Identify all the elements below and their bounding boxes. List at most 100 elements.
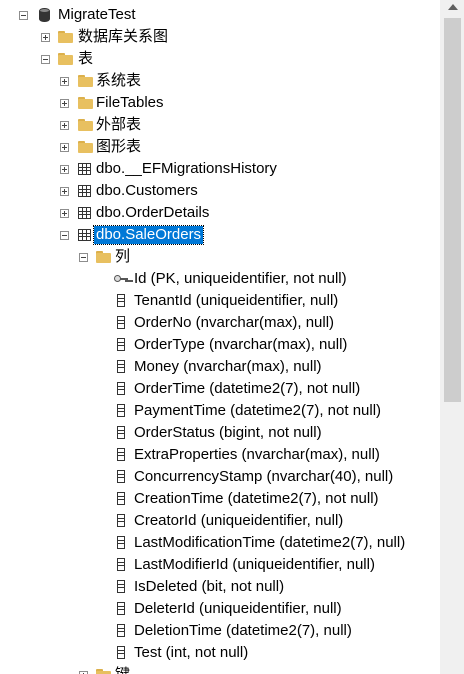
collapse-toggle[interactable]	[79, 253, 88, 262]
column-label: OrderTime (datetime2(7), not null)	[134, 380, 361, 397]
column-label: DeleterId (uniqueidentifier, null)	[134, 600, 342, 617]
column-icon	[117, 382, 125, 395]
column-icon	[117, 580, 125, 593]
table-icon	[78, 207, 91, 219]
column-icon	[117, 316, 125, 329]
column-label: LastModificationTime (datetime2(7), null…	[134, 534, 406, 551]
scroll-up-icon[interactable]	[448, 4, 458, 10]
tree-node-column[interactable]: DeleterId (uniqueidentifier, null)	[0, 598, 440, 620]
collapse-toggle[interactable]	[41, 55, 50, 64]
folder-icon	[58, 31, 73, 43]
folder-icon	[96, 251, 111, 263]
database-label: MigrateTest	[58, 6, 136, 23]
table-label: dbo.OrderDetails	[96, 204, 210, 221]
tree-node-column[interactable]: ExtraProperties (nvarchar(max), null)	[0, 444, 440, 466]
tree-node-table[interactable]: dbo.OrderDetails	[0, 202, 440, 224]
expand-toggle[interactable]	[60, 143, 69, 152]
column-label: LastModifierId (uniqueidentifier, null)	[134, 556, 375, 573]
folder-icon	[96, 669, 111, 674]
column-label: IsDeleted (bit, not null)	[134, 578, 285, 595]
column-label: Money (nvarchar(max), null)	[134, 358, 322, 375]
database-icon	[39, 8, 50, 22]
column-icon	[117, 470, 125, 483]
tree-node-keys-folder[interactable]: 键	[0, 664, 440, 674]
tree-node-column[interactable]: OrderTime (datetime2(7), not null)	[0, 378, 440, 400]
tree-node-tables[interactable]: 表	[0, 48, 440, 70]
node-label: 图形表	[96, 138, 142, 155]
tree-node-graph-tables[interactable]: 图形表	[0, 136, 440, 158]
column-icon	[117, 602, 125, 615]
collapse-toggle[interactable]	[19, 11, 28, 20]
key-icon	[114, 275, 128, 283]
table-icon	[78, 163, 91, 175]
node-label: 表	[78, 50, 94, 67]
tree-node-table[interactable]: dbo.__EFMigrationsHistory	[0, 158, 440, 180]
expand-toggle[interactable]	[60, 165, 69, 174]
table-label: dbo.SaleOrders	[92, 225, 205, 245]
expand-toggle[interactable]	[41, 33, 50, 42]
column-icon	[117, 624, 125, 637]
node-label: 键	[113, 666, 132, 674]
tree-node-column[interactable]: OrderStatus (bigint, not null)	[0, 422, 440, 444]
table-label: dbo.__EFMigrationsHistory	[96, 160, 277, 177]
tree-node-column[interactable]: LastModifierId (uniqueidentifier, null)	[0, 554, 440, 576]
tree-node-column[interactable]: ConcurrencyStamp (nvarchar(40), null)	[0, 466, 440, 488]
expand-toggle[interactable]	[60, 121, 69, 130]
column-icon	[117, 492, 125, 505]
folder-icon	[78, 141, 93, 153]
object-explorer-tree: MigrateTest 数据库关系图 表 系统表 FileTables 外部表 …	[0, 0, 440, 674]
column-icon	[117, 536, 125, 549]
node-label: 数据库关系图	[78, 28, 169, 45]
column-label: Test (int, not null)	[134, 644, 249, 661]
column-label: OrderStatus (bigint, not null)	[134, 424, 322, 441]
tree-node-table-selected[interactable]: dbo.SaleOrders	[0, 224, 440, 246]
tree-node-column[interactable]: Test (int, not null)	[0, 642, 440, 664]
column-label: OrderNo (nvarchar(max), null)	[134, 314, 335, 331]
expand-toggle[interactable]	[60, 209, 69, 218]
tree-node-table[interactable]: dbo.Customers	[0, 180, 440, 202]
column-label: ExtraProperties (nvarchar(max), null)	[134, 446, 380, 463]
tree-node-column[interactable]: OrderType (nvarchar(max), null)	[0, 334, 440, 356]
node-label: 外部表	[96, 116, 142, 133]
tree-node-filetables[interactable]: FileTables	[0, 92, 440, 114]
column-icon	[117, 338, 125, 351]
table-label: dbo.Customers	[96, 182, 198, 199]
tree-node-external-tables[interactable]: 外部表	[0, 114, 440, 136]
collapse-toggle[interactable]	[60, 231, 69, 240]
node-label: 列	[115, 248, 131, 265]
folder-icon	[78, 75, 93, 87]
folder-icon	[78, 97, 93, 109]
column-label: OrderType (nvarchar(max), null)	[134, 336, 348, 353]
table-icon	[78, 185, 91, 197]
tree-node-column[interactable]: LastModificationTime (datetime2(7), null…	[0, 532, 440, 554]
tree-node-column[interactable]: TenantId (uniqueidentifier, null)	[0, 290, 440, 312]
tree-node-column-pk[interactable]: Id (PK, uniqueidentifier, not null)	[0, 268, 440, 290]
tree-node-system-tables[interactable]: 系统表	[0, 70, 440, 92]
column-label: ConcurrencyStamp (nvarchar(40), null)	[134, 468, 394, 485]
tree-node-column[interactable]: Money (nvarchar(max), null)	[0, 356, 440, 378]
expand-toggle[interactable]	[60, 187, 69, 196]
folder-icon	[58, 53, 73, 65]
scrollbar-thumb[interactable]	[444, 18, 461, 402]
tree-node-column[interactable]: IsDeleted (bit, not null)	[0, 576, 440, 598]
tree-node-columns-folder[interactable]: 列	[0, 246, 440, 268]
tree-node-database[interactable]: MigrateTest	[0, 4, 440, 26]
expand-toggle[interactable]	[60, 99, 69, 108]
column-icon	[117, 558, 125, 571]
column-label: CreatorId (uniqueidentifier, null)	[134, 512, 344, 529]
node-label: FileTables	[96, 94, 164, 111]
tree-node-column[interactable]: OrderNo (nvarchar(max), null)	[0, 312, 440, 334]
column-icon	[117, 448, 125, 461]
tree-node-db-diagrams[interactable]: 数据库关系图	[0, 26, 440, 48]
column-label: DeletionTime (datetime2(7), null)	[134, 622, 352, 639]
tree-node-column[interactable]: CreationTime (datetime2(7), not null)	[0, 488, 440, 510]
tree-node-column[interactable]: PaymentTime (datetime2(7), not null)	[0, 400, 440, 422]
column-label: PaymentTime (datetime2(7), not null)	[134, 402, 382, 419]
tree-node-column[interactable]: DeletionTime (datetime2(7), null)	[0, 620, 440, 642]
table-icon	[78, 229, 91, 241]
expand-toggle[interactable]	[60, 77, 69, 86]
node-label: 系统表	[96, 72, 142, 89]
column-icon	[117, 294, 125, 307]
tree-node-column[interactable]: CreatorId (uniqueidentifier, null)	[0, 510, 440, 532]
column-icon	[117, 404, 125, 417]
